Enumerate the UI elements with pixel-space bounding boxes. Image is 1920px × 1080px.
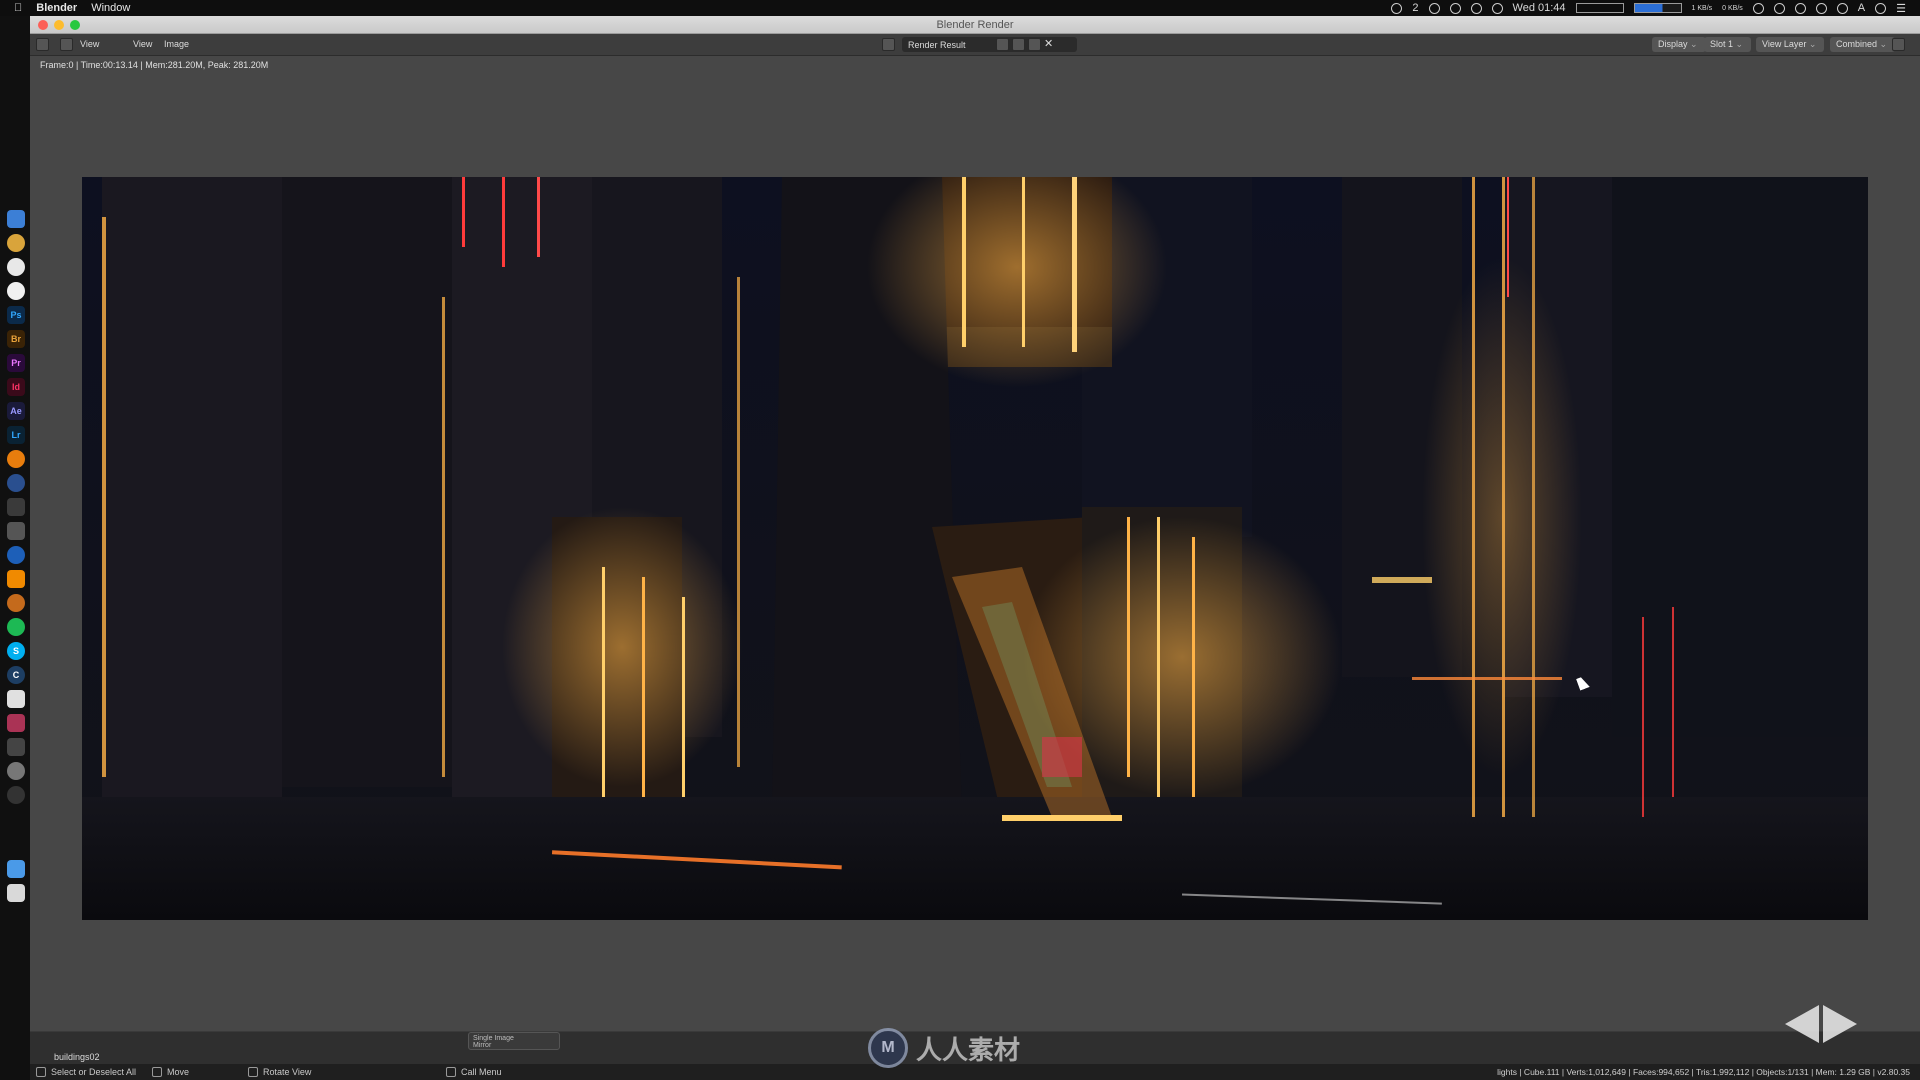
menu-window[interactable]: Window: [91, 2, 130, 14]
spotlight-search-icon[interactable]: [1875, 2, 1887, 14]
status-move-label: Move: [167, 1067, 190, 1077]
bridge-icon[interactable]: Br: [7, 330, 25, 348]
mouse-middle-icon: [248, 1067, 258, 1077]
reminders-icon[interactable]: [7, 282, 25, 300]
indesign-icon[interactable]: Id: [7, 378, 25, 396]
vlc-icon[interactable]: [7, 570, 25, 588]
scene-statistics: lights | Cube.111 | Verts:1,012,649 | Fa…: [1497, 1067, 1910, 1077]
menu-app-name[interactable]: Blender: [36, 2, 77, 14]
image-mode-popup[interactable]: Single Image Mirror: [468, 1032, 560, 1050]
volume-icon[interactable]: [1836, 2, 1848, 14]
memory-meter: [1633, 3, 1682, 13]
calculator-icon[interactable]: [7, 738, 25, 756]
mouse-right-icon: [446, 1067, 456, 1077]
image-name[interactable]: Render Result: [908, 40, 966, 50]
quicktime-icon[interactable]: [7, 546, 25, 564]
fake-user-icon[interactable]: [996, 38, 1009, 51]
net-rate-up: 1 KB/s: [1691, 4, 1713, 12]
status-call-menu: Call Menu: [446, 1067, 502, 1077]
unlink-image-icon[interactable]: ✕: [1044, 37, 1053, 50]
image-viewport[interactable]: [30, 56, 1920, 1031]
paint-icon[interactable]: [7, 714, 25, 732]
net-rate-down: 0 KB/s: [1722, 4, 1743, 12]
prev-arrow-icon[interactable]: [1785, 1005, 1819, 1043]
view-layer-dropdown[interactable]: View Layer: [1756, 37, 1825, 52]
popup-line-1[interactable]: Single Image: [473, 1035, 555, 1042]
downloads-folder-icon[interactable]: [7, 860, 25, 878]
display-dropdown[interactable]: Display: [1652, 37, 1706, 52]
open-image-icon[interactable]: [1028, 38, 1041, 51]
after-effects-icon[interactable]: Ae: [7, 402, 25, 420]
mouse-middle-icon: [152, 1067, 162, 1077]
menu-image[interactable]: Image: [164, 39, 189, 49]
skype-icon[interactable]: S: [7, 642, 25, 660]
spotify-icon[interactable]: [7, 618, 25, 636]
c-app-icon[interactable]: C: [7, 666, 25, 684]
time-machine-icon[interactable]: [1773, 2, 1785, 14]
menubar-clock[interactable]: Wed 01:44: [1513, 2, 1566, 14]
watermark-brand: M 人人素材: [868, 1028, 1020, 1068]
premiere-icon[interactable]: Pr: [7, 354, 25, 372]
apple-icon[interactable]: : [14, 2, 22, 14]
trash-icon[interactable]: [7, 884, 25, 902]
lightroom-icon[interactable]: Lr: [7, 426, 25, 444]
pass-dropdown[interactable]: Combined: [1830, 37, 1896, 52]
watermark-brand-text: 人人素材: [916, 1034, 1021, 1065]
status-rotate-label: Rotate View: [263, 1067, 312, 1077]
active-object-name: buildings02: [54, 1052, 100, 1062]
image-browse-icon[interactable]: [882, 38, 895, 51]
status-select: Select or Deselect All: [36, 1067, 136, 1077]
view-mode-icon[interactable]: [60, 38, 73, 51]
tools-icon[interactable]: [7, 522, 25, 540]
notif-count[interactable]: 2: [1412, 2, 1418, 14]
render-result-image[interactable]: [82, 177, 1868, 920]
status-move: Move: [152, 1067, 189, 1077]
display-channels-icon[interactable]: [1892, 38, 1905, 51]
safari-icon[interactable]: [7, 258, 25, 276]
chrome-icon[interactable]: [7, 234, 25, 252]
bluetooth-icon[interactable]: [1794, 2, 1806, 14]
calendar-icon[interactable]: [1470, 2, 1482, 14]
input-source[interactable]: A: [1858, 2, 1865, 14]
clock-icon[interactable]: [1491, 2, 1503, 14]
xcode-icon[interactable]: [7, 498, 25, 516]
finder-icon[interactable]: [7, 210, 25, 228]
menu-view-1[interactable]: View: [80, 39, 99, 49]
textedit-icon[interactable]: [7, 690, 25, 708]
cloud-icon[interactable]: [1449, 2, 1461, 14]
dropbox-icon[interactable]: [1428, 2, 1440, 14]
watermark-logo-icon: M: [868, 1028, 908, 1068]
window-titlebar: Blender Render: [30, 16, 1920, 34]
slot-dropdown[interactable]: Slot 1: [1704, 37, 1752, 52]
blender-icon[interactable]: [7, 450, 25, 468]
photoshop-icon[interactable]: Ps: [7, 306, 25, 324]
cpu-meter: [1575, 3, 1624, 13]
blender-window: Blender Render View View Image Render Re…: [30, 16, 1920, 1080]
popup-line-2[interactable]: Mirror: [473, 1042, 555, 1049]
airplay-icon[interactable]: [1752, 2, 1764, 14]
next-arrow-icon[interactable]: [1823, 1005, 1857, 1043]
cinema4d-icon[interactable]: [7, 474, 25, 492]
creative-cloud-icon[interactable]: [1391, 2, 1403, 14]
image-editor-header: View View Image Render Result ✕ Display …: [30, 34, 1920, 56]
disk-utility-icon[interactable]: [7, 786, 25, 804]
window-title: Blender Render: [936, 19, 1014, 31]
mouse-left-icon: [36, 1067, 46, 1077]
notification-center-icon[interactable]: ☰: [1896, 2, 1906, 15]
status-call-menu-label: Call Menu: [461, 1067, 502, 1077]
menu-view-2[interactable]: View: [133, 39, 152, 49]
status-select-label: Select or Deselect All: [51, 1067, 137, 1077]
new-image-icon[interactable]: [1012, 38, 1025, 51]
system-prefs-icon[interactable]: [7, 762, 25, 780]
render-info: Frame:0 | Time:00:13.14 | Mem:281.20M, P…: [40, 60, 269, 70]
editor-type-icon[interactable]: [36, 38, 49, 51]
cyberpunk-city-render: [82, 177, 1868, 920]
macos-menubar:  Blender Window 2 Wed 01:44 1 KB/s 0 KB…: [0, 0, 1920, 16]
player-nav: [1785, 1005, 1857, 1043]
ibooks-icon[interactable]: [7, 594, 25, 612]
macos-dock: Ps Br Pr Id Ae Lr S C: [0, 16, 30, 1080]
wifi-icon[interactable]: [1815, 2, 1827, 14]
status-rotate: Rotate View: [248, 1067, 311, 1077]
